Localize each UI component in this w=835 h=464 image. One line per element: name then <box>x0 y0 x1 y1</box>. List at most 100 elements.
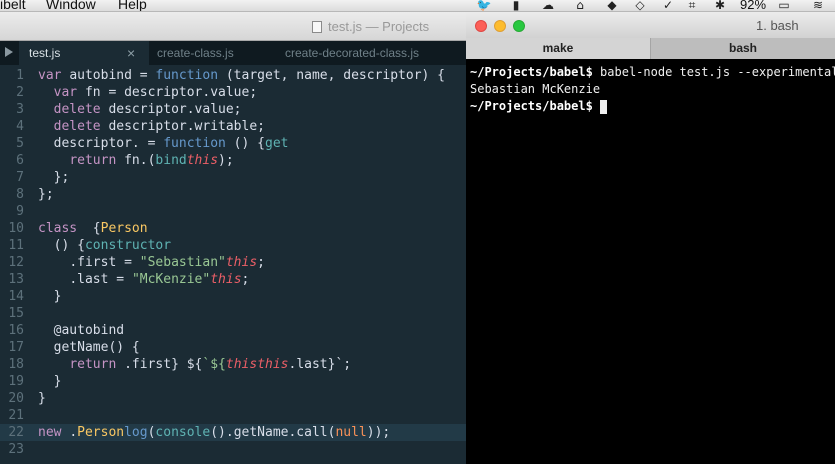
code-line[interactable]: 23 <box>0 441 466 458</box>
prompt: ~/Projects/babel$ <box>470 99 593 113</box>
code-line[interactable]: 3 delete descriptor.value; <box>0 101 466 118</box>
line-number: 3 <box>16 102 24 117</box>
line-number: 5 <box>16 136 24 151</box>
terminal-title: 1. bash <box>756 18 799 33</box>
code-line[interactable]: 5 descriptor. = function () {get <box>0 135 466 152</box>
document-icon <box>312 21 322 33</box>
terminal-output[interactable]: ~/Projects/babel$ babel-node test.js --e… <box>470 64 835 115</box>
cloud-icon[interactable]: ☁ <box>540 0 556 11</box>
line-number: 18 <box>8 357 24 372</box>
code-line[interactable]: 14 } <box>0 288 466 305</box>
menubar: ibelt Window Help 🐦 ▮ ☁ ⌂ ◆ ◇ ✓ ⌗ ✱ 92% … <box>0 0 835 12</box>
line-number: 1 <box>16 68 24 83</box>
code-line[interactable]: 15 <box>0 305 466 322</box>
code-line[interactable]: 13 .last = "McKenzie"this; <box>0 271 466 288</box>
line-number: 17 <box>8 340 24 355</box>
battery-icon[interactable]: ▭ <box>776 0 792 11</box>
sidebar-toggle-icon[interactable] <box>5 47 13 57</box>
line-number: 21 <box>8 408 24 423</box>
code-text: return fn.(bindthis); <box>69 153 234 168</box>
code-line[interactable]: 17 getName() { <box>0 339 466 356</box>
tab-test-js[interactable]: test.js × <box>19 41 149 65</box>
dropbox2-icon[interactable]: ◇ <box>632 0 648 11</box>
line-number: 11 <box>8 238 24 253</box>
code-line[interactable]: 1 var autobind = function (target, name, … <box>0 67 466 84</box>
code-line[interactable]: 9 <box>0 203 466 220</box>
code-text: descriptor. = function () {get <box>38 136 289 151</box>
code-line[interactable]: 2 var fn = descriptor.value; <box>0 84 466 101</box>
editor-window: test.js — Projects test.js × create-clas… <box>0 12 466 464</box>
code-line[interactable]: 12 .first = "Sebastian"this; <box>0 254 466 271</box>
code-line[interactable]: 6 return fn.(bindthis); <box>0 152 466 169</box>
terminal-tab-make[interactable]: make <box>466 38 651 59</box>
line-number: 4 <box>16 119 24 134</box>
prompt: ~/Projects/babel$ <box>470 65 593 79</box>
terminal-window: 1. bash make bash ~/Projects/babel$ babe… <box>466 12 835 464</box>
code-text: }; <box>38 187 54 202</box>
line-number: 10 <box>8 221 24 236</box>
terminal-tab-bash[interactable]: bash <box>651 38 835 59</box>
code-line[interactable]: 20} <box>0 390 466 407</box>
line-number: 14 <box>8 289 24 304</box>
line-number: 2 <box>16 85 24 100</box>
tab-create-class[interactable]: create-class.js <box>157 41 234 65</box>
close-button[interactable] <box>475 20 487 32</box>
code-text: .last = "McKenzie"this; <box>69 272 250 287</box>
terminal-titlebar: 1. bash <box>466 12 835 38</box>
bluetooth-icon[interactable]: ✱ <box>712 0 728 11</box>
tab-create-decorated-class[interactable]: create-decorated-class.js <box>285 41 419 65</box>
code-area[interactable]: 1 var autobind = function (target, name, … <box>0 67 466 458</box>
line-number: 16 <box>8 323 24 338</box>
line-number: 22 <box>8 425 24 440</box>
code-text: }; <box>38 170 70 185</box>
code-line[interactable]: 21 <box>0 407 466 424</box>
terminal-prompt-line: ~/Projects/babel$ <box>470 98 835 115</box>
code-line[interactable]: 8}; <box>0 186 466 203</box>
hat-icon[interactable]: ▮ <box>508 0 524 11</box>
code-text: return .first} ${`${thisthis.last}`; <box>69 357 352 372</box>
line-number: 9 <box>16 204 24 219</box>
menu-item-ibelt[interactable]: ibelt <box>0 0 26 11</box>
line-number: 7 <box>16 170 24 185</box>
line-number: 6 <box>16 153 24 168</box>
code-text: delete descriptor.value; <box>53 102 242 117</box>
line-number: 15 <box>8 306 24 321</box>
crop-icon[interactable]: ⌗ <box>684 0 700 11</box>
code-text: } <box>38 391 46 406</box>
code-text: delete descriptor.writable; <box>53 119 265 134</box>
hat2-icon[interactable]: ⌂ <box>572 0 588 11</box>
terminal-command-line: ~/Projects/babel$ babel-node test.js --e… <box>470 64 835 81</box>
zoom-button[interactable] <box>513 20 525 32</box>
code-text: var autobind = function (target, name, d… <box>38 68 446 83</box>
menu-item-window[interactable]: Window <box>46 0 96 11</box>
code-line[interactable]: 18 return .first} ${`${thisthis.last}`; <box>0 356 466 373</box>
code-line[interactable]: 4 delete descriptor.writable; <box>0 118 466 135</box>
code-line[interactable]: 7 }; <box>0 169 466 186</box>
editor-title: test.js — Projects <box>328 19 430 34</box>
twitter-icon[interactable]: 🐦 <box>476 0 492 11</box>
line-number: 23 <box>8 442 24 457</box>
code-text: } <box>38 374 62 389</box>
code-text: .first = "Sebastian"this; <box>69 255 265 270</box>
close-icon[interactable]: × <box>127 41 135 65</box>
code-text: class {Person <box>38 221 148 236</box>
code-line[interactable]: 19 } <box>0 373 466 390</box>
line-number: 19 <box>8 374 24 389</box>
dropbox-icon[interactable]: ◆ <box>604 0 620 11</box>
code-line[interactable]: 22 new .Personlog(console().getName.call(… <box>0 424 466 441</box>
terminal-cursor <box>600 99 608 114</box>
check-icon[interactable]: ✓ <box>660 0 676 11</box>
code-text: getName() { <box>38 340 140 355</box>
wifi-icon[interactable]: ≋ <box>810 0 826 11</box>
editor-titlebar: test.js — Projects <box>0 12 466 41</box>
line-number: 20 <box>8 391 24 406</box>
line-number: 13 <box>8 272 24 287</box>
code-text: } <box>38 289 62 304</box>
minimize-button[interactable] <box>494 20 506 32</box>
menu-item-help[interactable]: Help <box>118 0 147 11</box>
terminal-tab-bar: make bash <box>466 38 835 59</box>
code-text: @autobind <box>38 323 125 338</box>
code-line[interactable]: 16 @autobind <box>0 322 466 339</box>
code-line[interactable]: 10 class {Person <box>0 220 466 237</box>
code-line[interactable]: 11 () {constructor <box>0 237 466 254</box>
